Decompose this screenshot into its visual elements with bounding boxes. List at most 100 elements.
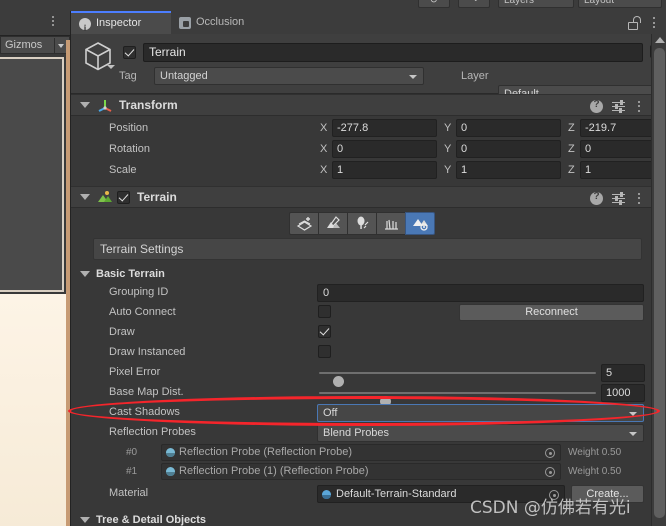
axis-x-label: X: [320, 164, 328, 176]
scale-z-input[interactable]: 1: [580, 161, 652, 179]
cast-shadows-value: Off: [323, 407, 338, 419]
layer-label: Layer: [461, 70, 489, 82]
pixel-error-slider[interactable]: [319, 372, 596, 387]
stats-line-2: mode Off: [0, 118, 56, 137]
chevron-down-icon: [409, 75, 417, 79]
redo-button[interactable]: ↷: [458, 0, 490, 8]
scene-viewport: [0, 294, 69, 526]
scene-view-toolbar: [0, 11, 70, 36]
rotation-y-input[interactable]: 0: [456, 140, 561, 158]
create-material-button[interactable]: Create...: [571, 485, 644, 503]
transform-row-position: Position X -277.8 Y 0 Z -219.7: [71, 119, 652, 138]
undo-button[interactable]: ↺: [418, 0, 450, 8]
axis-y-label: Y: [444, 122, 452, 134]
scale-x-input[interactable]: 1: [332, 161, 437, 179]
row-auto-connect: Auto Connect Reconnect: [71, 303, 652, 323]
basic-terrain-section[interactable]: Basic Terrain: [71, 264, 652, 283]
terrain-enabled-checkbox[interactable]: [117, 190, 130, 204]
auto-connect-checkbox[interactable]: [318, 305, 331, 318]
component-kebab-menu-icon[interactable]: [634, 99, 644, 113]
row-reflection-probes: Reflection Probes Blend Probes: [71, 423, 652, 443]
terrain-tool-strip: [71, 208, 652, 238]
help-icon[interactable]: [590, 99, 603, 113]
chevron-down-icon: [629, 412, 637, 416]
paint-trees-tool[interactable]: [347, 212, 377, 235]
probe-row-1: #1 Reflection Probe (1) (Reflection Prob…: [71, 462, 652, 481]
help-icon[interactable]: [590, 191, 603, 205]
grouping-id-input[interactable]: 0: [317, 284, 644, 302]
layers-dropdown[interactable]: Layers: [498, 0, 574, 8]
tab-inspector-label: Inspector: [96, 17, 142, 29]
gizmos-dropdown[interactable]: Gizmos: [0, 36, 70, 54]
base-map-dist-input[interactable]: 1000: [601, 384, 645, 402]
position-x-input[interactable]: -277.8: [332, 119, 437, 137]
transform-icon: [97, 97, 113, 113]
pixel-error-input[interactable]: 5: [601, 364, 645, 382]
scene-kebab-menu-icon[interactable]: [48, 14, 58, 30]
component-kebab-menu-icon[interactable]: [634, 191, 644, 205]
lock-open-icon[interactable]: [628, 16, 641, 30]
paint-details-tool[interactable]: [376, 212, 406, 235]
row-base-map-dist: Base Map Dist. 1000: [71, 383, 652, 407]
draw-checkbox[interactable]: [318, 325, 331, 338]
tab-occlusion[interactable]: Occlusion: [171, 11, 271, 34]
object-picker-icon[interactable]: [549, 490, 559, 500]
material-value: Default-Terrain-Standard: [336, 488, 457, 500]
terrain-component-header[interactable]: Terrain: [71, 186, 652, 208]
position-label: Position: [109, 122, 149, 134]
draw-label: Draw: [109, 326, 135, 338]
rotation-x-input[interactable]: 0: [332, 140, 437, 158]
preset-settings-icon[interactable]: [612, 99, 625, 113]
scale-label: Scale: [109, 164, 137, 176]
probe-object-field-1[interactable]: Reflection Probe (1) (Reflection Probe): [161, 463, 561, 480]
object-picker-icon[interactable]: [545, 448, 555, 458]
tag-label: Tag: [119, 70, 137, 82]
material-object-field[interactable]: Default-Terrain-Standard: [317, 485, 565, 503]
create-neighbor-terrains-tool[interactable]: [289, 212, 319, 235]
scale-y-input[interactable]: 1: [456, 161, 561, 179]
material-icon: [322, 490, 331, 499]
probe-weight-0: Weight 0.50: [568, 447, 622, 458]
position-y-input[interactable]: 0: [456, 119, 561, 137]
reflection-probes-dropdown[interactable]: Blend Probes: [317, 424, 644, 442]
tab-inspector[interactable]: Inspector: [71, 11, 171, 40]
stats-line-1: d: 0.0%: [0, 86, 56, 105]
cast-shadows-dropdown[interactable]: Off: [317, 404, 644, 422]
position-z-input[interactable]: -219.7: [580, 119, 652, 137]
gameobject-active-checkbox[interactable]: [123, 46, 136, 59]
gameobject-name-input[interactable]: Terrain: [143, 43, 643, 62]
inspector-content: Terrain Static Tag Untagged Layer Defaul…: [71, 34, 652, 526]
probe-object-field-0[interactable]: Reflection Probe (Reflection Probe): [161, 444, 561, 461]
inspector-scrollbar[interactable]: [651, 34, 666, 526]
chevron-down-icon: [58, 44, 64, 48]
probe-index-1: #1: [126, 466, 138, 477]
preset-settings-icon[interactable]: [612, 191, 625, 205]
tree-detail-objects-section[interactable]: Tree & Detail Objects: [71, 510, 652, 526]
tag-dropdown[interactable]: Untagged: [154, 67, 424, 85]
draw-instanced-checkbox[interactable]: [318, 345, 331, 358]
paint-terrain-tool[interactable]: [318, 212, 348, 235]
reconnect-button[interactable]: Reconnect: [459, 304, 644, 321]
tree-detail-foldout-arrow[interactable]: [80, 516, 90, 523]
inspector-kebab-menu-icon[interactable]: [649, 15, 659, 31]
draw-instanced-label: Draw Instanced: [109, 346, 186, 358]
transform-title: Transform: [119, 98, 178, 112]
terrain-foldout-arrow[interactable]: [80, 194, 90, 200]
layout-dropdown[interactable]: Layout: [578, 0, 662, 8]
grouping-id-label: Grouping ID: [109, 286, 169, 298]
terrain-icon: [97, 190, 113, 204]
rotation-z-input[interactable]: 0: [580, 140, 652, 158]
transform-component-header[interactable]: Transform: [71, 94, 652, 116]
basic-terrain-foldout-arrow[interactable]: [80, 270, 90, 277]
unity-main-toolbar: ↺ ↷ Layers Layout: [0, 0, 666, 11]
object-picker-icon[interactable]: [545, 467, 555, 477]
tab-occlusion-label: Occlusion: [196, 16, 245, 28]
terrain-settings-title: Terrain Settings: [93, 238, 642, 260]
gameobject-icon-dropdown-arrow[interactable]: [107, 65, 115, 69]
terrain-settings-tool[interactable]: [405, 212, 435, 235]
gizmos-label: Gizmos: [5, 39, 43, 51]
scroll-up-arrow-icon[interactable]: [655, 37, 665, 43]
base-map-dist-slider[interactable]: [319, 392, 596, 407]
transform-foldout-arrow[interactable]: [80, 102, 90, 108]
scrollbar-thumb[interactable]: [654, 48, 665, 518]
